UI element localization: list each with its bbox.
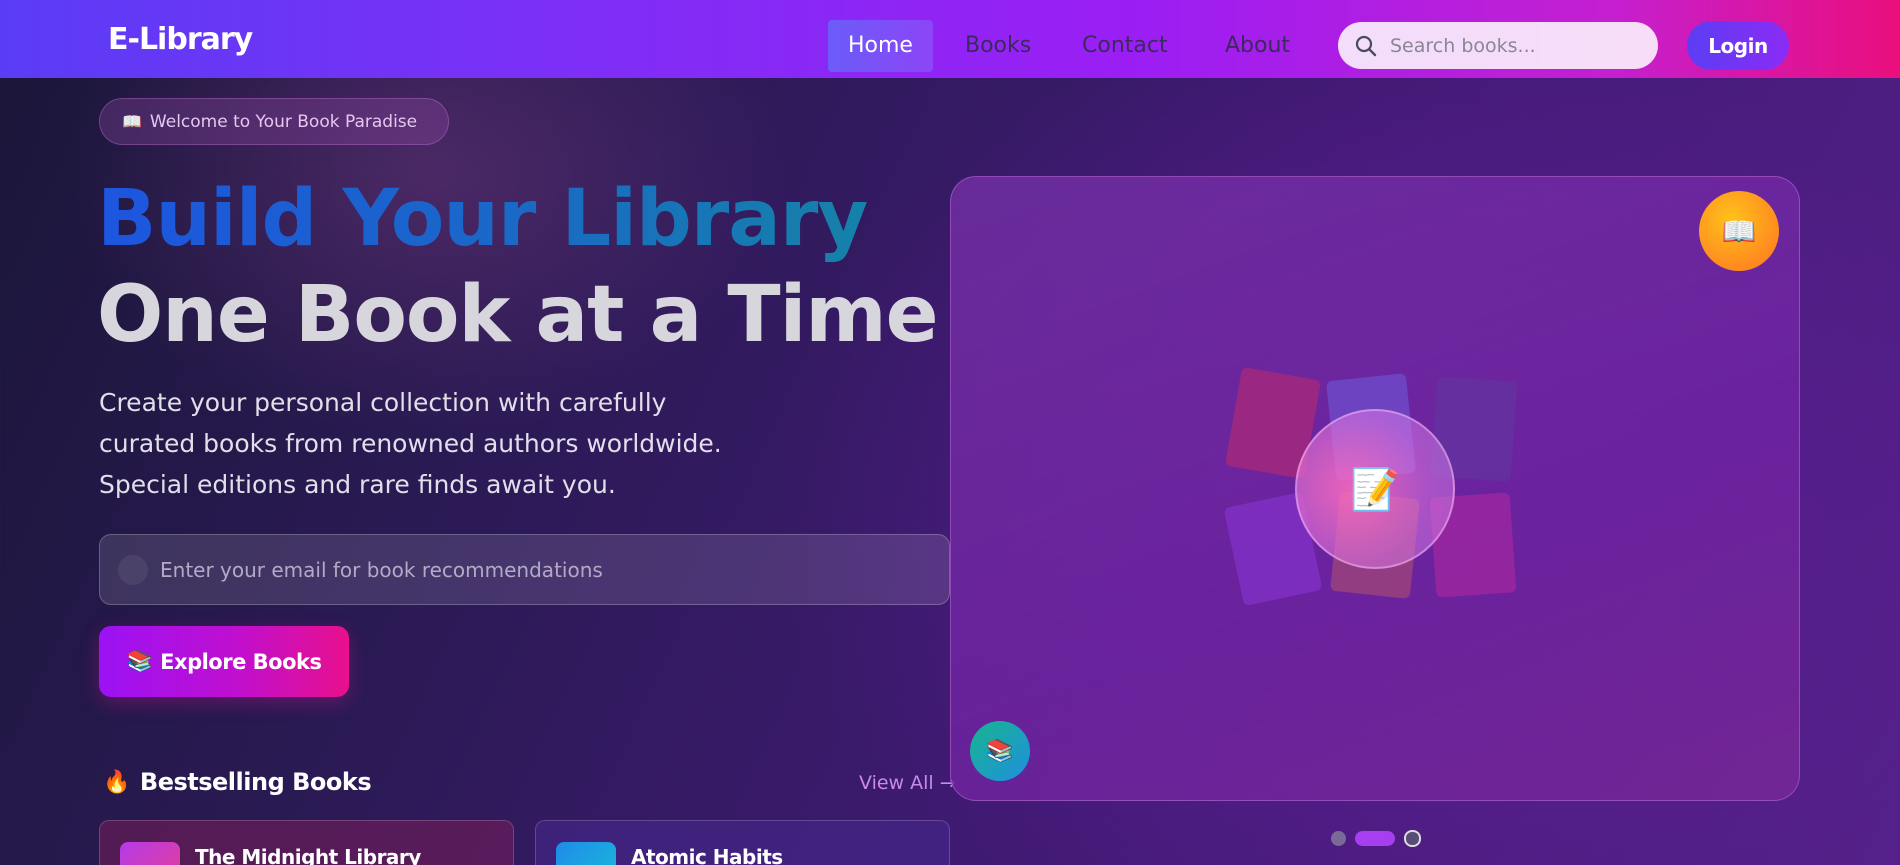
carousel-dot-active[interactable] bbox=[1355, 831, 1395, 846]
fire-icon: 🔥 bbox=[103, 769, 130, 795]
nav-contact[interactable]: Contact bbox=[1062, 20, 1188, 72]
email-field-container[interactable] bbox=[99, 534, 950, 605]
email-icon bbox=[118, 555, 148, 585]
hero-title-line1: Build Your Library bbox=[97, 174, 868, 264]
carousel-dot[interactable] bbox=[1331, 831, 1346, 846]
nav-books[interactable]: Books bbox=[945, 20, 1051, 72]
login-button[interactable]: Login bbox=[1687, 21, 1789, 70]
books-badge-icon: 📚 bbox=[970, 721, 1030, 781]
open-book-badge-icon: 📖 bbox=[1699, 191, 1779, 271]
email-field[interactable] bbox=[160, 553, 920, 587]
search-input[interactable] bbox=[1390, 34, 1640, 57]
hero-title-line2: One Book at a Time bbox=[97, 270, 939, 360]
view-all-link[interactable]: View All → bbox=[859, 772, 956, 794]
book-title: The Midnight Library bbox=[195, 845, 421, 865]
open-book-icon: 📖 bbox=[122, 112, 142, 131]
hero-showcase: 📝 📖 📚 bbox=[950, 176, 1800, 801]
memo-icon: 📝 bbox=[1295, 409, 1455, 569]
site-logo[interactable]: E-Library bbox=[108, 22, 253, 57]
bestselling-heading: 🔥 Bestselling Books bbox=[103, 768, 372, 796]
books-icon: 📚 bbox=[126, 649, 153, 673]
book-title: Atomic Habits bbox=[631, 845, 783, 865]
welcome-badge-text: Welcome to Your Book Paradise bbox=[149, 111, 418, 132]
search-icon bbox=[1355, 35, 1377, 56]
book-cover bbox=[120, 842, 180, 865]
nav-home[interactable]: Home bbox=[828, 20, 933, 72]
explore-books-label: Explore Books bbox=[160, 649, 322, 674]
hero-description: Create your personal collection with car… bbox=[99, 388, 722, 499]
book-card[interactable]: Atomic Habits bbox=[535, 820, 950, 865]
bestselling-title: Bestselling Books bbox=[139, 768, 372, 796]
explore-books-button[interactable]: 📚 Explore Books bbox=[99, 626, 349, 697]
navbar: E-Library Home Books Contact About Login bbox=[0, 0, 1900, 78]
welcome-badge: 📖 Welcome to Your Book Paradise bbox=[99, 98, 449, 145]
nav-about[interactable]: About bbox=[1205, 20, 1310, 72]
carousel-dot[interactable] bbox=[1404, 830, 1421, 847]
book-card[interactable]: The Midnight Library bbox=[99, 820, 514, 865]
search-box[interactable] bbox=[1338, 22, 1658, 69]
book-cover bbox=[556, 842, 616, 865]
